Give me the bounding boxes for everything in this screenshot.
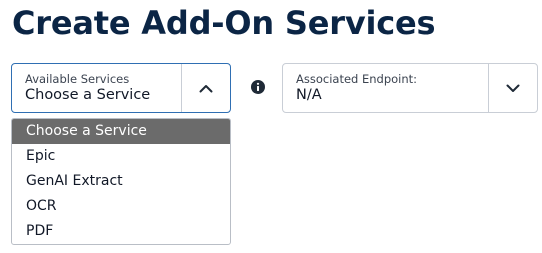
chevron-up-icon — [199, 84, 213, 92]
service-option-pdf[interactable]: PDF — [12, 219, 230, 244]
associated-endpoint-select[interactable]: Associated Endpoint: N/A — [282, 63, 538, 113]
available-services-select[interactable]: Available Services Choose a Service — [11, 63, 231, 113]
associated-endpoint-display[interactable]: Associated Endpoint: N/A — [283, 64, 488, 112]
available-services-toggle-button[interactable] — [181, 64, 230, 112]
available-services-display[interactable]: Available Services Choose a Service — [12, 64, 181, 112]
service-option-genai-extract[interactable]: GenAI Extract — [12, 169, 230, 194]
associated-endpoint-toggle-button[interactable] — [488, 64, 537, 112]
associated-endpoint-label: Associated Endpoint: — [296, 72, 418, 86]
available-services-value: Choose a Service — [25, 87, 151, 103]
info-icon[interactable] — [251, 80, 265, 94]
page-title: Create Add-On Services — [12, 4, 436, 42]
associated-endpoint-value: N/A — [296, 87, 322, 103]
service-option-epic[interactable]: Epic — [12, 144, 230, 169]
chevron-down-icon — [506, 84, 520, 92]
available-services-options-list: Choose a Service Epic GenAI Extract OCR … — [11, 118, 231, 245]
available-services-label: Available Services — [25, 72, 130, 86]
service-option-choose[interactable]: Choose a Service — [12, 119, 230, 144]
service-option-ocr[interactable]: OCR — [12, 194, 230, 219]
